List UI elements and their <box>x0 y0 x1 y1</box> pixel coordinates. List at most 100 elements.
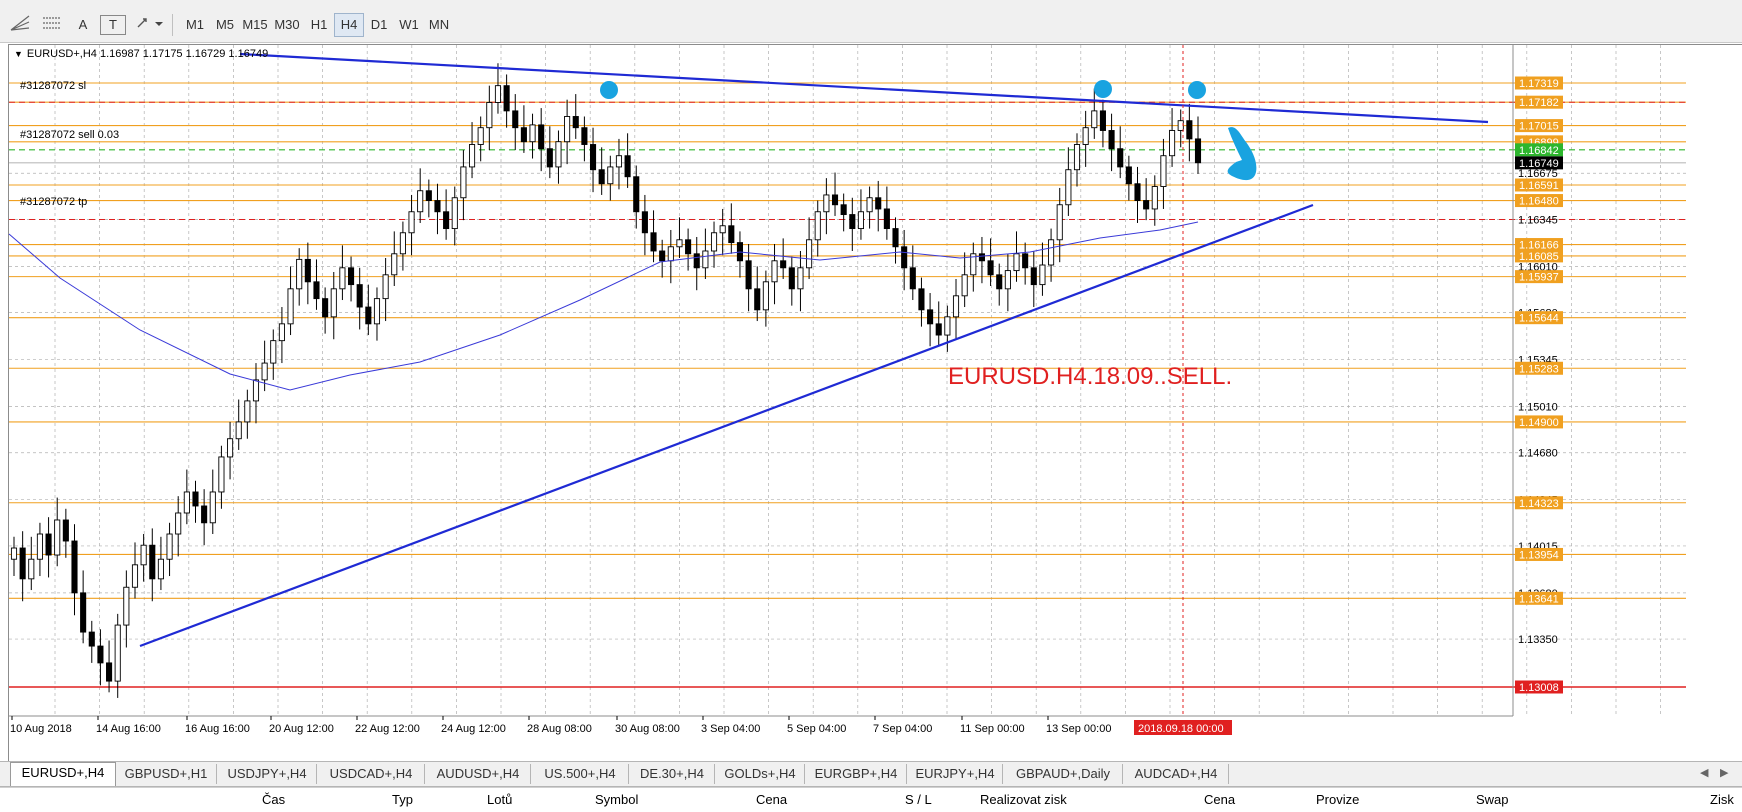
candle-bear <box>728 225 735 244</box>
column-header[interactable]: Lotů <box>487 792 512 807</box>
peak-marker <box>1094 80 1112 98</box>
candle-bear <box>512 110 519 129</box>
chart-tab[interactable]: EURGBP+,H4 <box>806 764 907 784</box>
candle-bull <box>28 558 35 580</box>
price-tag-label: 1.15937 <box>1519 272 1559 284</box>
candle-bear <box>149 544 156 580</box>
chart-tab[interactable]: EURJPY+,H4 <box>908 764 1003 784</box>
candle-bull <box>866 197 873 213</box>
chart-tab[interactable]: USDCAD+,H4 <box>318 764 425 784</box>
candle-bull <box>330 288 337 318</box>
tab-scroll-left-icon[interactable]: ◀ <box>1700 766 1708 779</box>
chart-tab[interactable]: GOLDs+,H4 <box>716 764 805 784</box>
candle-bull <box>460 166 467 199</box>
candle-bear <box>693 253 700 269</box>
collapse-arrow-icon[interactable]: ▼ <box>14 49 23 59</box>
price-tag-label: 1.15644 <box>1519 313 1559 325</box>
time-axis-label: 16 Aug 16:00 <box>185 723 250 735</box>
candle-bull <box>468 144 476 168</box>
resistance-trendline[interactable] <box>239 52 1489 124</box>
candle-bear <box>365 306 372 325</box>
time-axis-label: 5 Sep 04:00 <box>787 723 846 735</box>
candle-bear <box>650 232 657 252</box>
time-axis-label: 13 Sep 00:00 <box>1046 723 1111 735</box>
candle-bull <box>10 547 18 560</box>
candle-bear <box>624 155 631 178</box>
price-tag-label: 1.14900 <box>1519 417 1559 429</box>
candle-bull <box>131 564 139 588</box>
candle-bear <box>106 662 113 682</box>
candle-bear <box>348 267 355 286</box>
chart-tab[interactable]: US.500+,H4 <box>532 764 629 784</box>
candle-bear <box>356 284 363 308</box>
tab-scroll-right-icon[interactable]: ▶ <box>1720 766 1728 779</box>
chart-tab[interactable]: DE.30+,H4 <box>630 764 715 784</box>
chart-tab[interactable]: GBPUSD+,H1 <box>116 764 217 784</box>
candle-bull <box>676 239 683 248</box>
candle-bull <box>615 155 623 168</box>
time-axis-label: 3 Sep 04:00 <box>701 723 760 735</box>
price-chart[interactable]: EURUSD.H4.18.09..SELL. 1.16675 1.16345 1.16… <box>0 0 1742 760</box>
chart-tab[interactable]: USDJPY+,H4 <box>218 764 317 784</box>
chart-tab[interactable]: AUDCAD+,H4 <box>1124 764 1229 784</box>
time-axis-label: 11 Sep 00:00 <box>960 723 1025 735</box>
column-header[interactable]: Realizovat zisk <box>980 792 1067 807</box>
candle-bear <box>1143 200 1150 210</box>
candle-bear <box>434 200 441 213</box>
column-header[interactable]: Provize <box>1316 792 1359 807</box>
candle-bear <box>1108 130 1115 150</box>
column-header[interactable]: Cena <box>756 792 787 807</box>
column-header[interactable]: S / L <box>905 792 932 807</box>
candle-bear <box>201 505 208 524</box>
candle-bear <box>538 124 545 150</box>
chart-tab[interactable]: EURUSD+,H4 <box>10 762 116 786</box>
candle-bear <box>987 260 994 276</box>
column-header[interactable]: Symbol <box>595 792 638 807</box>
candle-bull <box>339 267 346 290</box>
candle-bear <box>780 260 787 269</box>
symbol-quote-text: EURUSD+,H4 1.16987 1.17175 1.16729 1.167… <box>26 48 269 60</box>
candle-bull <box>261 362 268 381</box>
candle-bull <box>797 267 804 290</box>
column-header[interactable]: Swap <box>1476 792 1509 807</box>
candle-bull <box>278 323 285 342</box>
time-cursor-label: 2018.09.18 00:00 <box>1138 723 1224 735</box>
column-header[interactable]: Zisk <box>1710 792 1734 807</box>
candle-bear <box>1134 183 1141 201</box>
candle-bull <box>252 379 260 402</box>
candle-bear <box>1099 110 1106 131</box>
candle-bear <box>849 214 856 230</box>
candle-bear <box>892 228 899 248</box>
time-axis-label: 20 Aug 12:00 <box>269 723 334 735</box>
candle-bull <box>1160 155 1167 187</box>
candle-bear <box>1030 267 1037 286</box>
price-axis-label: 1.13350 <box>1518 634 1558 646</box>
candle-bear <box>313 281 320 300</box>
candle-bull <box>1091 110 1098 129</box>
chart-tab[interactable]: GBPAUD+,Daily <box>1004 764 1123 784</box>
candle-bull <box>157 558 164 580</box>
chart-tab[interactable]: AUDUSD+,H4 <box>426 764 531 784</box>
candle-bull <box>555 141 562 168</box>
candle-bull <box>123 586 130 626</box>
column-header[interactable]: Typ <box>392 792 413 807</box>
candle-bear <box>745 260 752 290</box>
price-tag-label: 1.17182 <box>1519 97 1559 109</box>
price-tag-label: 1.17319 <box>1519 78 1559 90</box>
candle-bull <box>209 491 216 524</box>
column-header[interactable]: Cena <box>1204 792 1235 807</box>
price-tag-label: 1.16749 <box>1519 158 1559 170</box>
candle-bull <box>1065 169 1072 206</box>
candle-bear <box>1022 253 1029 269</box>
candle-bull <box>270 340 277 364</box>
candle-bear <box>935 323 942 336</box>
time-axis-label: 22 Aug 12:00 <box>355 723 420 735</box>
candle-bull <box>399 232 406 255</box>
candle-bear <box>503 85 510 112</box>
candle-bull <box>1004 270 1011 290</box>
support-trendline[interactable] <box>139 203 1314 648</box>
column-header[interactable]: Čas <box>262 792 285 807</box>
candle-bull <box>382 274 389 300</box>
candle-bull <box>857 211 864 230</box>
price-tag-label: 1.16842 <box>1519 145 1559 157</box>
